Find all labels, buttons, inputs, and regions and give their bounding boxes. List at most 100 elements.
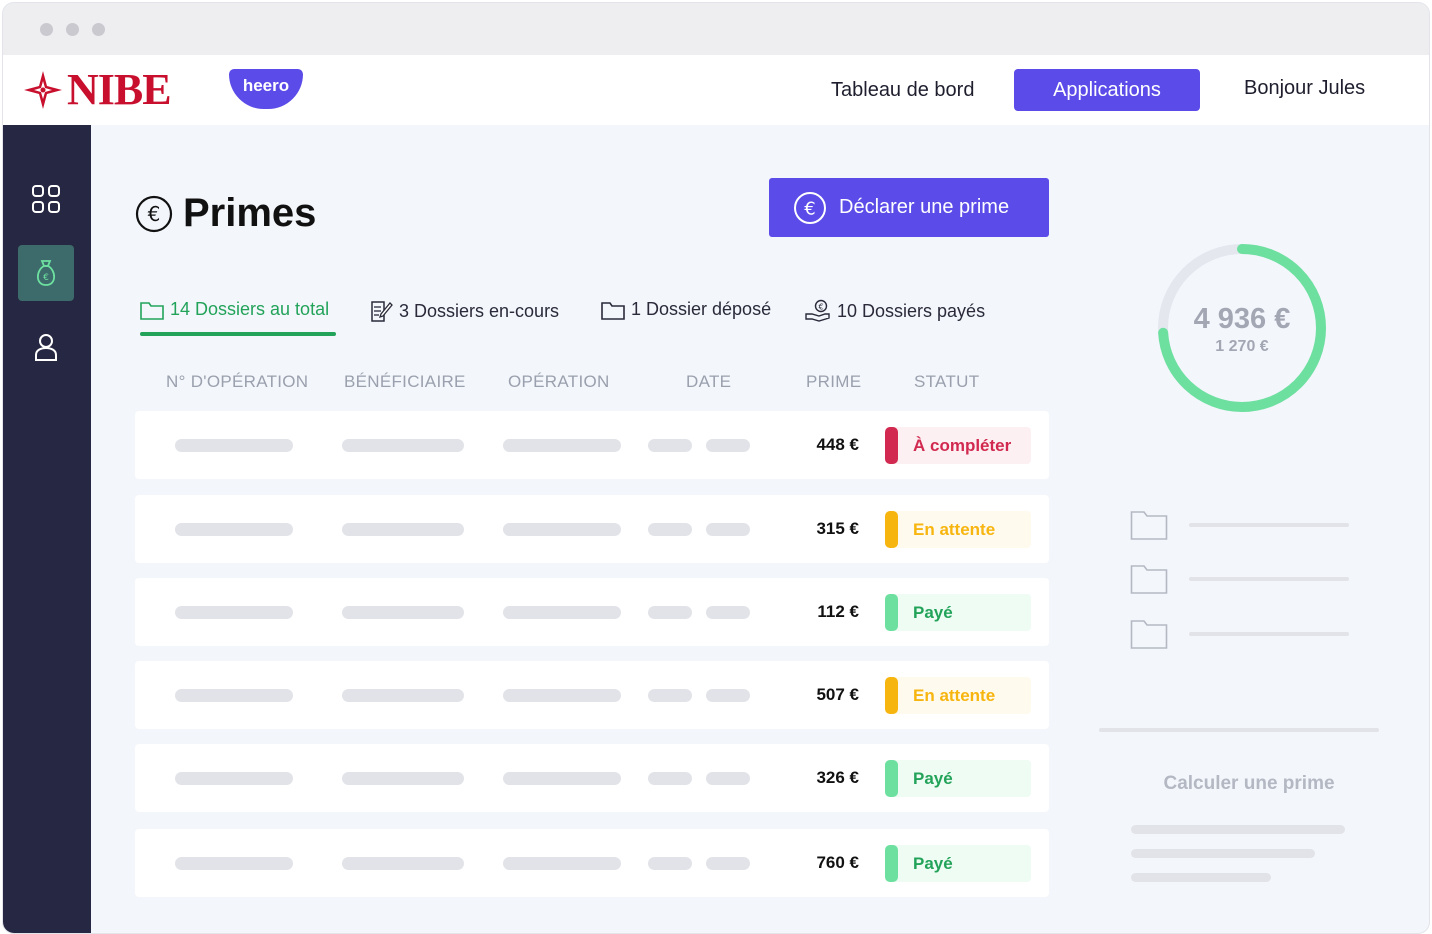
tab-submitted[interactable]: 1 Dossier déposé xyxy=(601,299,771,320)
folder-icon xyxy=(1130,511,1168,540)
prime-amount: 507 € xyxy=(816,685,859,704)
document-placeholder-line xyxy=(1189,577,1349,581)
prime-amount: 315 € xyxy=(816,519,859,538)
tab-paid[interactable]: € 10 Dossiers payés xyxy=(805,299,985,323)
placeholder-date xyxy=(648,606,692,619)
tab-label: 10 Dossiers payés xyxy=(837,300,986,321)
active-tab-indicator xyxy=(140,332,336,336)
window-minimize-dot[interactable] xyxy=(66,23,79,36)
svg-text:€: € xyxy=(804,198,815,219)
placeholder-operation xyxy=(503,857,621,870)
status-label: En attente xyxy=(913,686,996,705)
euro-circle-icon: € xyxy=(135,195,173,232)
prime-amount: 112 € xyxy=(817,602,859,621)
calculator-placeholder-line xyxy=(1131,849,1315,858)
page-title-text: Primes xyxy=(183,191,317,235)
status-indicator xyxy=(885,427,898,464)
money-bag-euro-icon: € xyxy=(36,260,56,286)
column-header-beneficiary[interactable]: BÉNÉFICIAIRE xyxy=(344,372,466,392)
placeholder-date xyxy=(648,439,692,452)
placeholder-operation-number xyxy=(175,439,293,452)
column-header-status[interactable]: STATUT xyxy=(914,372,979,392)
status-label: Payé xyxy=(913,854,953,873)
status-indicator xyxy=(885,760,898,797)
placeholder-date xyxy=(706,523,750,536)
document-placeholder-line xyxy=(1189,632,1349,636)
placeholder-operation-number xyxy=(175,772,293,785)
sidebar: € xyxy=(3,125,91,933)
column-header-operation-number[interactable]: N° D'OPÉRATION xyxy=(166,372,308,392)
folder-icon xyxy=(601,301,625,320)
euro-circle-icon: € xyxy=(794,191,826,224)
table-row[interactable]: 448 € À compléter xyxy=(135,411,1049,479)
prime-amount: 448 € xyxy=(816,435,859,454)
nav-dashboard-link[interactable]: Tableau de bord xyxy=(831,79,974,102)
placeholder-operation-number xyxy=(175,857,293,870)
placeholder-operation xyxy=(503,523,621,536)
table-row[interactable]: 315 € En attente xyxy=(135,495,1049,563)
status-label: Payé xyxy=(913,603,953,622)
placeholder-operation-number xyxy=(175,523,293,536)
status-badge: Payé xyxy=(885,760,1031,797)
status-badge: En attente xyxy=(885,511,1031,548)
status-label: En attente xyxy=(913,520,996,539)
app-window: NIBE heero Tableau de bord Applications … xyxy=(2,2,1430,934)
top-navbar: NIBE heero Tableau de bord Applications … xyxy=(3,55,1429,125)
tab-label: 14 Dossiers au total xyxy=(170,299,330,319)
svg-text:€: € xyxy=(148,202,161,226)
status-indicator xyxy=(885,677,898,714)
placeholder-operation xyxy=(503,606,621,619)
placeholder-beneficiary xyxy=(342,523,464,536)
window-maximize-dot[interactable] xyxy=(92,23,105,36)
window-titlebar xyxy=(3,3,1429,55)
folder-icon xyxy=(1130,620,1168,649)
nibe-logo[interactable]: NIBE xyxy=(23,65,172,114)
folder-icon xyxy=(140,301,164,320)
column-header-prime[interactable]: PRIME xyxy=(806,372,861,392)
placeholder-operation xyxy=(503,689,621,702)
sidebar-item-dashboard[interactable] xyxy=(18,171,74,227)
sidebar-item-primes[interactable]: € xyxy=(18,245,74,301)
table-row[interactable]: 507 € En attente xyxy=(135,661,1049,729)
prime-amount: 760 € xyxy=(816,853,859,872)
table-row[interactable]: 326 € Payé xyxy=(135,744,1049,812)
placeholder-date xyxy=(706,606,750,619)
placeholder-operation xyxy=(503,772,621,785)
svg-text:€: € xyxy=(43,273,49,283)
tab-all-dossiers[interactable]: 14 Dossiers au total xyxy=(140,299,329,320)
tab-in-progress[interactable]: 3 Dossiers en-cours xyxy=(369,299,559,323)
document-edit-icon xyxy=(371,301,393,322)
calculator-placeholder-line xyxy=(1131,825,1345,834)
declare-prime-button[interactable]: € Déclarer une prime xyxy=(769,178,1049,237)
brand-name: NIBE xyxy=(67,65,172,114)
status-indicator xyxy=(885,511,898,548)
column-header-date[interactable]: DATE xyxy=(686,372,731,392)
tab-label: 1 Dossier déposé xyxy=(631,299,772,319)
calculator-placeholder-line xyxy=(1131,873,1271,882)
placeholder-operation-number xyxy=(175,606,293,619)
status-badge: Payé xyxy=(885,594,1031,631)
prime-amount: 326 € xyxy=(816,768,859,787)
sidebar-item-profile[interactable] xyxy=(18,319,74,375)
status-badge: En attente xyxy=(885,677,1031,714)
placeholder-beneficiary xyxy=(342,857,464,870)
window-close-dot[interactable] xyxy=(40,23,53,36)
column-header-operation[interactable]: OPÉRATION xyxy=(508,372,610,392)
placeholder-date xyxy=(648,857,692,870)
user-greeting[interactable]: Bonjour Jules xyxy=(1244,77,1365,100)
secondary-primes-amount: 1 270 € xyxy=(1215,338,1269,355)
heero-badge: heero xyxy=(229,69,303,109)
placeholder-date xyxy=(706,689,750,702)
status-badge: Payé xyxy=(885,845,1031,882)
panel-divider xyxy=(1099,728,1379,732)
placeholder-beneficiary xyxy=(342,439,464,452)
total-primes-amount: 4 936 € xyxy=(1193,303,1291,335)
nav-applications-button[interactable]: Applications xyxy=(1014,69,1200,111)
table-row[interactable]: 760 € Payé xyxy=(135,829,1049,897)
nibe-star-icon xyxy=(24,71,62,109)
declare-prime-label: Déclarer une prime xyxy=(839,196,1010,218)
page-title: € Primes xyxy=(135,191,316,236)
table-row[interactable]: 112 € Payé xyxy=(135,578,1049,646)
calculate-prime-title[interactable]: Calculer une prime xyxy=(1099,773,1399,795)
placeholder-date xyxy=(648,523,692,536)
